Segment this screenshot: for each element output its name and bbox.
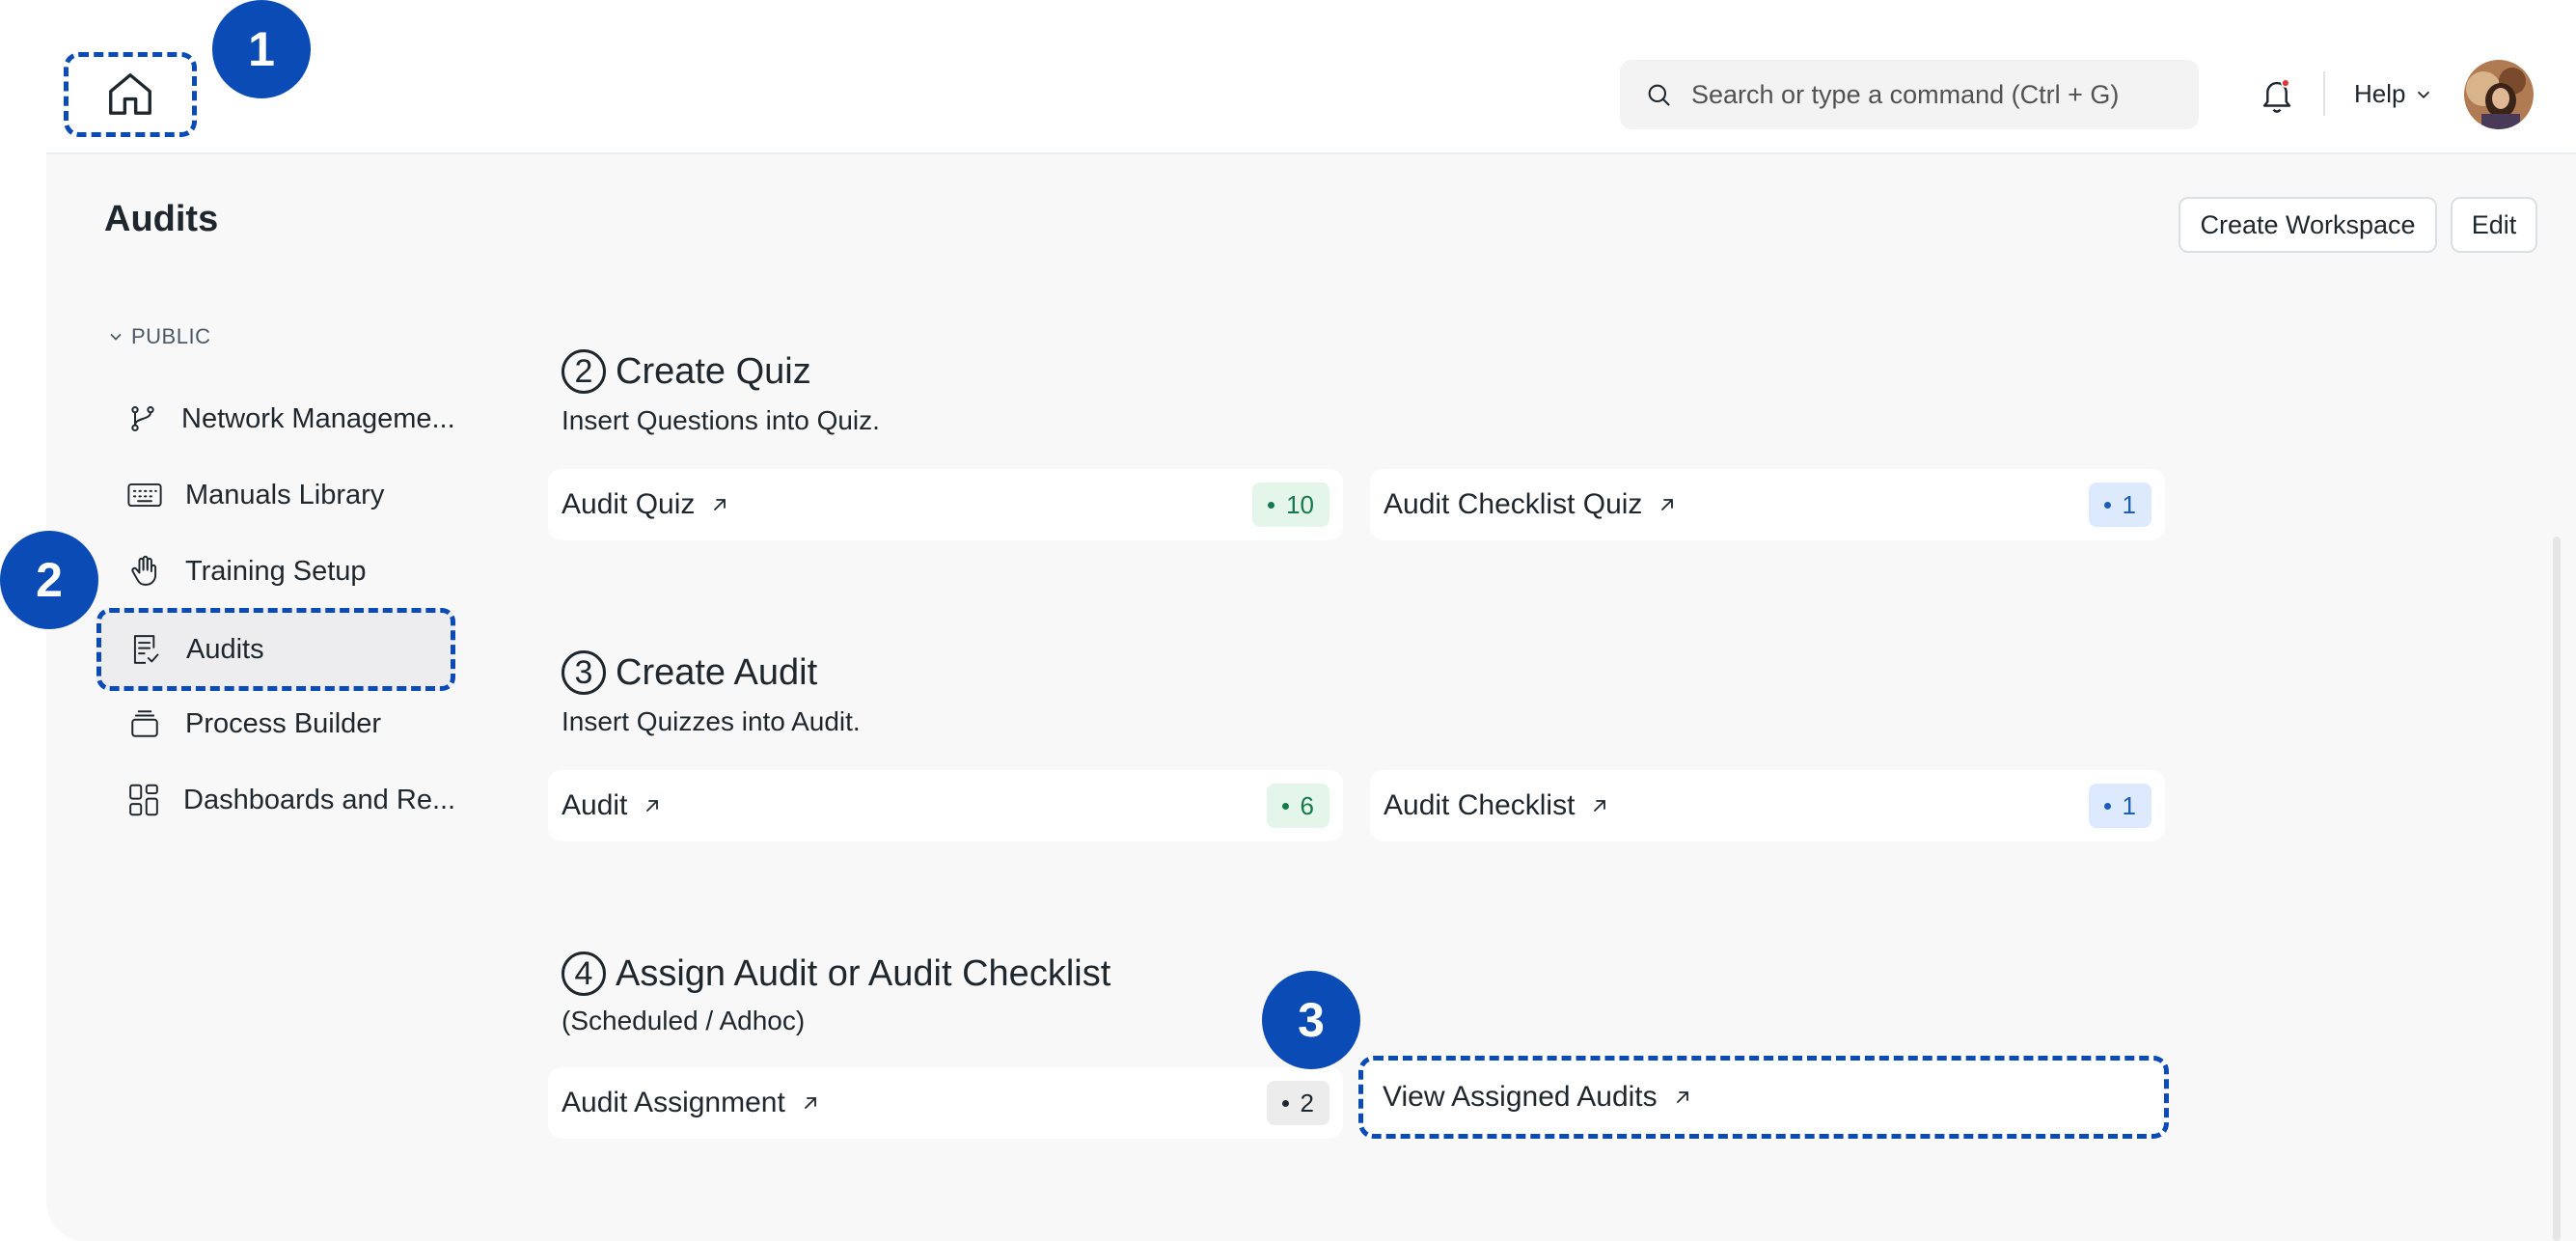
section-title-text: Create Quiz (616, 350, 811, 392)
chevron-down-icon (2418, 91, 2430, 98)
section-title-create-audit: 3 Create Audit (562, 650, 817, 695)
sidebar-item-network-management[interactable]: Network Manageme... (100, 384, 455, 454)
shortcut-card-audit-checklist-quiz[interactable]: Audit Checklist Quiz 1 (1370, 469, 2165, 540)
shortcut-card-audit[interactable]: Audit 6 (548, 770, 1343, 841)
section-number: 2 (562, 349, 606, 394)
section-title-assign-audit: 4 Assign Audit or Audit Checklist (562, 951, 1110, 996)
arrow-up-right-icon (804, 1097, 816, 1109)
arrow-up-right-icon (1594, 800, 1606, 812)
notifications-button[interactable] (2258, 75, 2296, 116)
card-label: Audit Assignment (562, 1087, 785, 1118)
count-badge: 1 (2088, 784, 2151, 828)
home-button[interactable] (64, 52, 197, 137)
section-subtitle: Insert Quizzes into Audit. (562, 706, 861, 736)
home-icon (109, 73, 151, 115)
count-badge: 2 (1266, 1081, 1329, 1125)
section-number: 4 (562, 951, 606, 996)
chevron-down-icon (110, 333, 122, 341)
count-value: 6 (1300, 790, 1314, 820)
callout-badge-1: 1 (212, 0, 311, 98)
sidebar-item-dashboards-reports[interactable]: Dashboards and Re... (100, 765, 456, 835)
file-check-icon (128, 632, 163, 667)
sidebar-item-label: Audits (186, 633, 264, 665)
sidebar-item-label: Process Builder (185, 707, 382, 739)
git-branch-icon (127, 401, 158, 436)
callout-badge-3: 3 (1262, 971, 1360, 1069)
section-title-text: Create Audit (616, 651, 818, 693)
arrow-up-right-icon (1676, 1091, 1688, 1103)
user-avatar[interactable] (2464, 60, 2534, 129)
shortcut-card-view-assigned-audits[interactable]: View Assigned Audits (1358, 1056, 2169, 1139)
bell-icon (2262, 78, 2291, 113)
count-value: 1 (2122, 790, 2136, 820)
shortcut-card-audit-quiz[interactable]: Audit Quiz 10 (548, 469, 1343, 540)
section-number: 3 (562, 650, 606, 695)
sidebar-section-label: PUBLIC (131, 324, 211, 348)
sidebar-item-label: Network Manageme... (181, 402, 455, 434)
count-badge: 1 (2088, 483, 2151, 527)
arrow-up-right-icon (1661, 499, 1674, 510)
sidebar-item-process-builder[interactable]: Process Builder (100, 689, 452, 758)
sidebar-item-manuals-library[interactable]: Manuals Library (100, 460, 452, 530)
header-divider (2323, 71, 2325, 116)
section-subtitle: (Scheduled / Adhoc) (562, 1006, 806, 1035)
help-label: Help (2354, 79, 2406, 108)
stack-icon (127, 706, 162, 741)
keyboard-icon (127, 478, 162, 512)
arrow-up-right-icon (714, 499, 726, 510)
card-label: Audit (562, 789, 628, 821)
section-title-create-quiz: 2 Create Quiz (562, 349, 811, 394)
count-value: 2 (1300, 1088, 1314, 1117)
count-badge: 10 (1252, 483, 1329, 527)
sidebar-item-label: Training Setup (185, 555, 367, 587)
search-bar[interactable]: Search or type a command (Ctrl + G) (1620, 60, 2199, 129)
search-placeholder: Search or type a command (Ctrl + G) (1691, 79, 2120, 109)
count-value: 10 (1286, 489, 1314, 519)
sidebar-item-label: Dashboards and Re... (183, 784, 456, 815)
card-label: View Assigned Audits (1383, 1081, 1658, 1113)
sidebar-section-toggle[interactable]: PUBLIC (106, 324, 210, 349)
shortcut-card-audit-checklist[interactable]: Audit Checklist 1 (1370, 770, 2165, 841)
avatar-image-icon (2464, 60, 2534, 129)
sidebar-item-label: Manuals Library (185, 479, 385, 510)
edit-button[interactable]: Edit (2451, 197, 2537, 253)
count-value: 1 (2122, 489, 2136, 519)
vertical-scrollbar[interactable] (2553, 537, 2561, 1241)
shortcut-card-audit-assignment[interactable]: Audit Assignment 2 (548, 1067, 1343, 1139)
card-label: Audit Checklist (1384, 789, 1576, 821)
section-title-text: Assign Audit or Audit Checklist (616, 952, 1111, 994)
search-icon (1648, 84, 1670, 106)
grid-icon (127, 783, 160, 817)
card-label: Audit Checklist Quiz (1384, 488, 1643, 520)
section-subtitle: Insert Questions into Quiz. (562, 405, 880, 435)
count-badge: 6 (1266, 784, 1329, 828)
hand-icon (127, 554, 162, 589)
arrow-up-right-icon (646, 800, 659, 812)
sidebar-item-audits[interactable]: Audits (96, 608, 455, 691)
card-label: Audit Quiz (562, 488, 696, 520)
create-workspace-button[interactable]: Create Workspace (2179, 197, 2437, 253)
help-menu-button[interactable]: Help (2354, 79, 2434, 109)
sidebar-item-training-setup[interactable]: Training Setup (100, 537, 452, 606)
callout-badge-2: 2 (0, 531, 98, 629)
page-title: Audits (104, 199, 219, 239)
